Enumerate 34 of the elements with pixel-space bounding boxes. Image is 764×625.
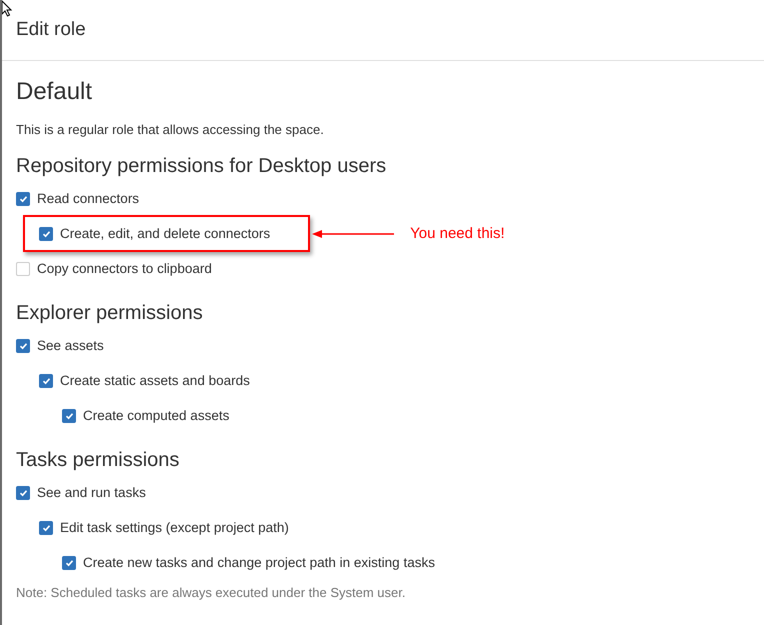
permission-label: Edit task settings (except project path) bbox=[60, 520, 289, 535]
check-icon bbox=[42, 524, 50, 532]
permission-label: Create new tasks and change project path in existing tasks bbox=[83, 555, 435, 570]
callout-text: You need this! bbox=[410, 225, 505, 242]
check-icon bbox=[64, 558, 74, 566]
dialog-title: Edit role bbox=[16, 19, 86, 41]
section-heading: Repository permissions for Desktop users bbox=[16, 154, 388, 179]
permission-label: Create static assets and boards bbox=[60, 373, 250, 388]
checkbox[interactable] bbox=[39, 226, 53, 240]
role-name: Default bbox=[16, 77, 94, 107]
check-icon bbox=[18, 488, 28, 496]
checkbox[interactable] bbox=[39, 374, 53, 388]
permission-label: Create, edit, and delete connectors bbox=[60, 226, 270, 241]
check-icon bbox=[42, 230, 50, 238]
checkbox[interactable] bbox=[62, 556, 76, 570]
checkbox[interactable] bbox=[39, 520, 53, 534]
check-icon bbox=[64, 412, 74, 420]
permission-label: Create computed assets bbox=[83, 408, 230, 423]
permission-label: See and run tasks bbox=[37, 485, 146, 500]
permission-label: See assets bbox=[37, 338, 104, 353]
checkbox[interactable] bbox=[62, 408, 76, 422]
checkbox[interactable] bbox=[16, 486, 30, 500]
permission-label: Read connectors bbox=[37, 191, 140, 206]
checkbox[interactable] bbox=[16, 192, 30, 206]
check-icon bbox=[18, 194, 28, 202]
checkbox[interactable] bbox=[16, 262, 30, 276]
checkbox[interactable] bbox=[16, 338, 30, 352]
note-text: Note: Scheduled tasks are always executed under the System user. bbox=[16, 585, 406, 600]
check-icon bbox=[18, 342, 28, 350]
check-icon bbox=[42, 376, 50, 384]
section-heading: Tasks permissions bbox=[16, 448, 180, 473]
role-description: This is a regular role that allows accessing the space. bbox=[16, 121, 325, 139]
section-heading: Explorer permissions bbox=[16, 301, 204, 326]
permission-label: Copy connectors to clipboard bbox=[37, 261, 212, 276]
